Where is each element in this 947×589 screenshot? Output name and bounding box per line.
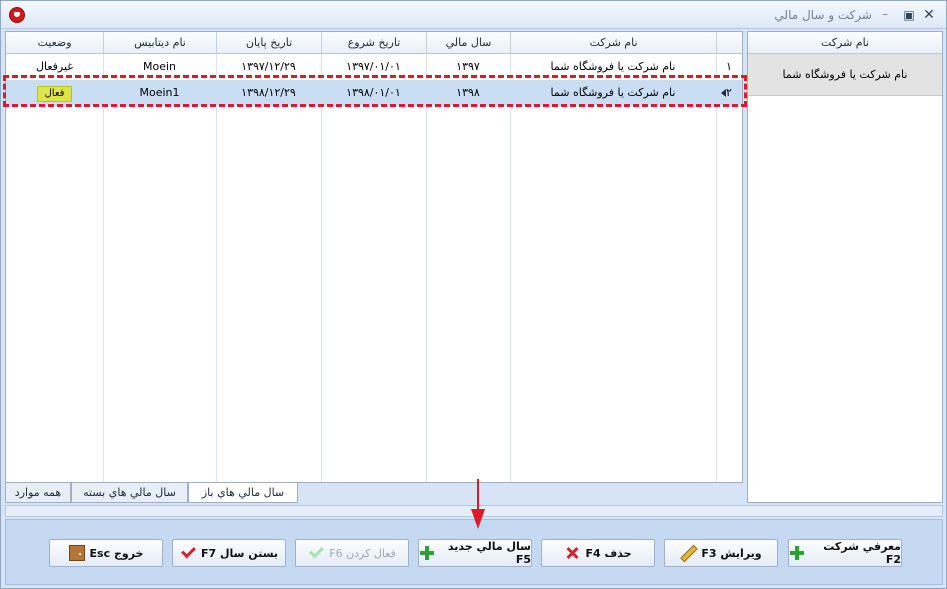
down-arrow-annotation-icon bbox=[471, 479, 485, 529]
activate-button[interactable]: فعال کردن F6 bbox=[295, 539, 409, 567]
exit-button[interactable]: خروج Esc bbox=[49, 539, 163, 567]
grid-line bbox=[103, 54, 104, 482]
edit-button[interactable]: ويرايش F3 bbox=[664, 539, 778, 567]
column-header-fiscal-year[interactable]: سال مالي bbox=[426, 32, 510, 54]
grid-line bbox=[216, 54, 217, 482]
grid-line bbox=[321, 54, 322, 482]
title-bar[interactable]: شرکت و سال مالي – ▣ ✕ bbox=[1, 1, 946, 29]
company-list-header[interactable]: نام شرکت bbox=[748, 32, 942, 54]
grid-line bbox=[716, 54, 717, 482]
fiscal-year-tabs: سال مالي هاي باز سال مالي هاي بسته همه م… bbox=[5, 483, 743, 503]
new-fiscal-year-button[interactable]: سال مالي جديد F5 bbox=[418, 539, 532, 567]
selected-row-highlight-annotation bbox=[3, 75, 747, 107]
add-company-button[interactable]: معرفي شرکت F2 bbox=[788, 539, 902, 567]
tab-all-items[interactable]: همه موارد bbox=[5, 483, 71, 503]
close-fiscal-year-button[interactable]: بستن سال F7 bbox=[172, 539, 286, 567]
tab-open-fiscal-years[interactable]: سال مالي هاي باز bbox=[188, 483, 298, 503]
add-company-label: معرفي شرکت F2 bbox=[823, 540, 901, 566]
grid-header: نام شرکت سال مالي تاريخ شروع تاريخ پايان… bbox=[6, 32, 742, 54]
door-icon bbox=[68, 545, 85, 561]
grid-line bbox=[510, 54, 511, 482]
window-title: شرکت و سال مالي bbox=[774, 8, 872, 22]
app-logo-icon bbox=[9, 7, 25, 23]
grid-line bbox=[426, 54, 427, 482]
tab-closed-fiscal-years[interactable]: سال مالي هاي بسته bbox=[71, 483, 188, 503]
title-separator: – bbox=[882, 7, 888, 21]
company-fiscal-year-window: شرکت و سال مالي – ▣ ✕ نام شرکت سال مالي … bbox=[0, 0, 947, 589]
column-header-database[interactable]: نام ديتابيس bbox=[103, 32, 216, 54]
close-icon[interactable]: ✕ bbox=[920, 6, 938, 24]
close-fiscal-year-label: بستن سال F7 bbox=[200, 546, 279, 560]
restore-icon[interactable]: ▣ bbox=[900, 6, 918, 24]
new-fiscal-year-label: سال مالي جديد F5 bbox=[447, 540, 531, 566]
plus-icon bbox=[419, 545, 434, 561]
column-header-start-date[interactable]: تاريخ شروع bbox=[321, 32, 426, 54]
pencil-icon bbox=[680, 545, 696, 561]
column-header-company[interactable]: نام شرکت bbox=[510, 32, 716, 54]
activate-label: فعال کردن F6 bbox=[329, 546, 396, 560]
company-list-panel: نام شرکت نام شرکت يا فروشگاه شما bbox=[747, 31, 943, 503]
delete-label: حذف F4 bbox=[585, 546, 632, 560]
plus-icon bbox=[789, 545, 805, 561]
delete-button[interactable]: حذف F4 bbox=[541, 539, 655, 567]
check-icon bbox=[180, 545, 196, 561]
company-list-item[interactable]: نام شرکت يا فروشگاه شما bbox=[748, 54, 942, 96]
column-header-row-number[interactable] bbox=[716, 32, 742, 54]
delete-x-icon bbox=[564, 545, 580, 561]
check-icon bbox=[308, 545, 324, 561]
column-header-status[interactable]: وضعيت bbox=[6, 32, 103, 54]
column-header-end-date[interactable]: تاريخ پايان bbox=[216, 32, 321, 54]
exit-label: خروج Esc bbox=[89, 546, 144, 560]
edit-label: ويرايش F3 bbox=[701, 546, 762, 560]
